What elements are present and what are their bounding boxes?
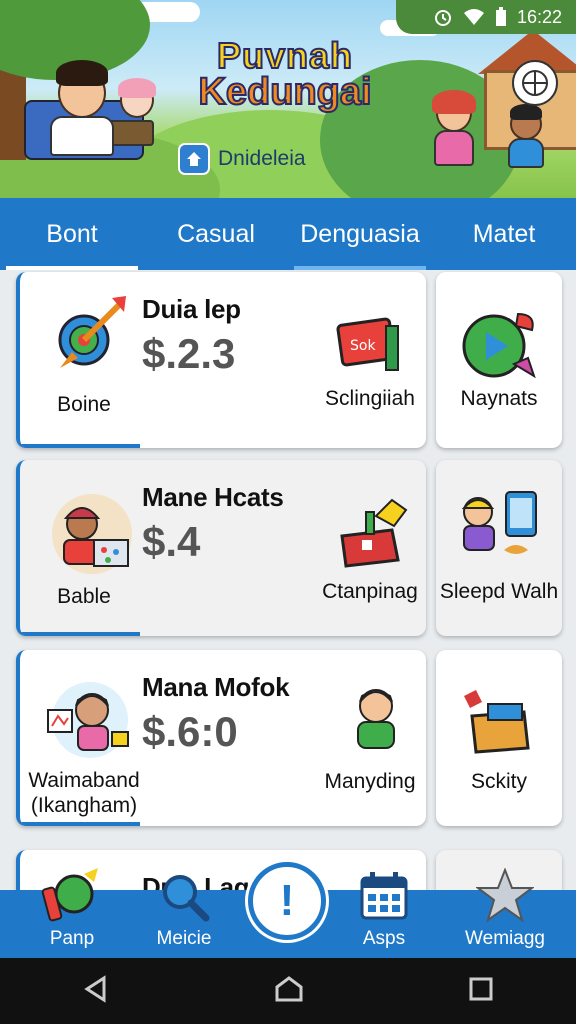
tab-label: Denguasia: [300, 219, 420, 248]
back-button[interactable]: [82, 974, 110, 1008]
card-mid-label: Sclingiiah: [325, 387, 415, 410]
paint-icon: [41, 868, 98, 922]
side-card-label: Sleepd Walh: [439, 580, 559, 603]
card-left-label: Waimaband (Ikangham): [28, 769, 140, 817]
search-icon: [163, 875, 210, 922]
side-card[interactable]: Naynats: [436, 272, 562, 448]
tab-bont[interactable]: Bont: [0, 198, 144, 270]
deal-card[interactable]: Waimaband (Ikangham) Mana Mofok $.6:0 Ma…: [16, 650, 426, 826]
alarm-icon: [433, 7, 453, 27]
card-title: Duia lep: [142, 294, 241, 324]
deal-card[interactable]: Bable Mane Hcats $.4 Ctanpinag: [16, 460, 426, 636]
card-price: $.6:0: [142, 708, 238, 755]
side-card-label: Naynats: [460, 387, 538, 410]
kid-laptop-icon: [48, 490, 138, 585]
kids-reading-illustration: [24, 60, 164, 170]
deal-card[interactable]: Boine Duia lep $.2.3 Sok Sclingiiah: [16, 272, 426, 448]
dart-target-icon: [50, 294, 130, 379]
tab-casual[interactable]: Casual: [144, 198, 288, 270]
alert-fab-button[interactable]: !: [248, 862, 326, 940]
subtitle-text: Dnideleia: [218, 147, 306, 170]
home-icon: [178, 143, 210, 175]
home-button[interactable]: [274, 975, 304, 1008]
side-card-label: Sckity: [470, 770, 527, 793]
card-price: $.2.3: [142, 330, 236, 377]
kid-painting-icon: [42, 680, 138, 765]
sign-text: Sok: [350, 338, 376, 354]
nav-item-asps[interactable]: Asps: [338, 872, 430, 958]
side-card[interactable]: Sleepd Walh: [436, 460, 562, 636]
status-bar: 16:22: [396, 0, 576, 34]
subtitle-chip[interactable]: Dnideleia: [178, 143, 306, 175]
battery-icon: [495, 7, 507, 27]
app-title: Puvnah Kedungai: [170, 35, 400, 113]
tab-label: Bont: [46, 219, 98, 248]
category-tabs: Bont Casual Denguasia Matet: [0, 198, 576, 270]
globe-icon: [522, 70, 548, 96]
kid-tablet-icon: [454, 490, 550, 567]
tab-matet[interactable]: Matet: [432, 198, 576, 270]
sign-icon: Sok: [336, 312, 406, 387]
nav-item-wemiagg[interactable]: Wemiagg: [450, 868, 560, 958]
nav-label: Panp: [49, 928, 95, 949]
tab-label: Matet: [472, 219, 536, 248]
recents-icon: [469, 977, 493, 1000]
content-list: Boine Duia lep $.2.3 Sok Sclingiiah Nayn…: [0, 270, 576, 890]
toolbox-icon: [458, 686, 542, 761]
card-left-label: Boine: [57, 393, 111, 416]
gift-box-icon: [336, 496, 412, 573]
calendar-icon: [360, 872, 408, 920]
system-nav-bar: [0, 958, 576, 1024]
tab-label: Casual: [177, 219, 255, 248]
star-icon: [476, 868, 534, 923]
alert-icon: !: [279, 876, 295, 925]
card-title: Mane Hcats: [142, 482, 284, 512]
back-icon: [84, 974, 106, 1003]
kid-icon: [346, 684, 406, 761]
card-title: Mana Mofok: [142, 672, 290, 702]
nav-label: Wemiagg: [465, 928, 545, 949]
tab-denguasia[interactable]: Denguasia: [288, 198, 432, 270]
recents-button[interactable]: [468, 976, 494, 1007]
nav-label: Meicie: [156, 928, 212, 949]
nav-item-meicie[interactable]: Meicie: [138, 875, 230, 958]
wifi-icon: [463, 8, 485, 26]
card-mid-label: Ctanpinag: [322, 580, 418, 603]
nav-item-panp[interactable]: Panp: [26, 868, 118, 958]
card-price: $.4: [142, 518, 201, 565]
header-banner: 16:22 Puvnah Kedungai Dnideleia: [0, 0, 576, 198]
card-left-label: Bable: [57, 585, 111, 608]
status-time: 16:22: [516, 6, 562, 27]
nav-label: Asps: [362, 928, 406, 949]
card-mid-label: Manyding: [324, 770, 416, 793]
app-title-line1: Puvnah: [216, 35, 354, 76]
home-icon: [275, 975, 303, 1001]
app-title-line2: Kedungai: [197, 71, 372, 113]
side-card[interactable]: Sckity: [436, 650, 562, 826]
play-ball-icon: [458, 306, 542, 387]
globe-button[interactable]: [512, 60, 558, 106]
